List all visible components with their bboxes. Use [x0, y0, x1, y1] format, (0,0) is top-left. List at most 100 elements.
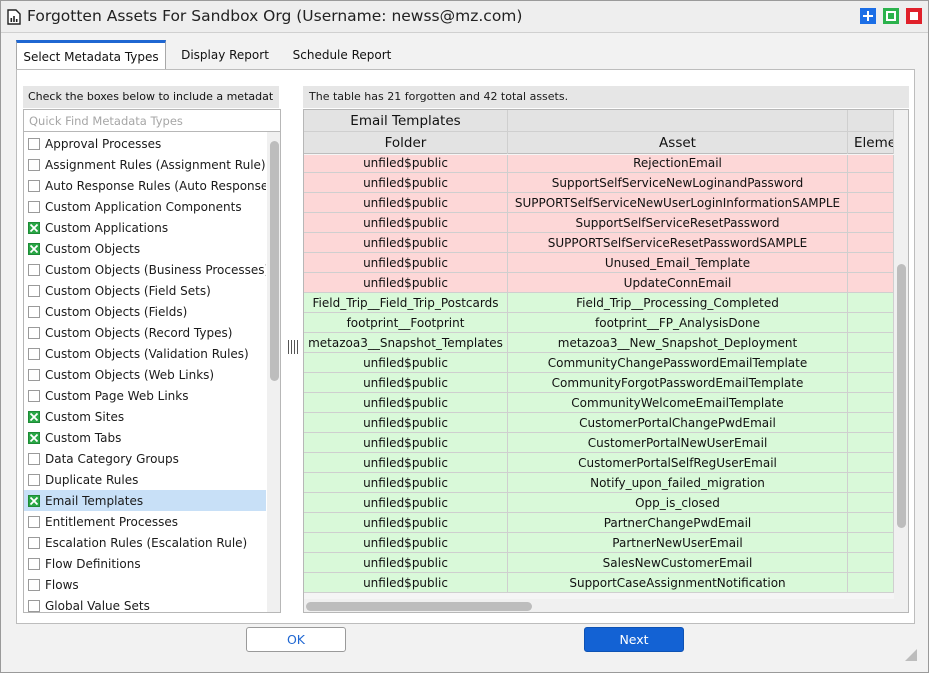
list-scrollbar[interactable] [267, 132, 280, 612]
cell-folder: unfiled$public [304, 433, 508, 453]
table-row[interactable]: unfiled$public CustomerPortalNewUserEmail [304, 433, 894, 453]
metadata-type-item[interactable]: Global Value Sets [24, 595, 266, 612]
table-row[interactable]: unfiled$public CommunityForgotPasswordEma… [304, 373, 894, 393]
quick-find-input[interactable] [23, 109, 281, 132]
metadata-type-checkbox[interactable] [28, 515, 40, 528]
metadata-type-checkbox[interactable] [28, 263, 40, 276]
metadata-type-item[interactable]: Custom Objects (Fields) [24, 301, 266, 322]
list-scrollbar-thumb[interactable] [270, 141, 279, 381]
metadata-type-item[interactable]: Custom Objects (Web Links) [24, 364, 266, 385]
metadata-type-checkbox[interactable] [28, 158, 40, 171]
metadata-type-checkbox[interactable] [28, 473, 40, 486]
metadata-type-item[interactable]: Flows [24, 574, 266, 595]
metadata-type-checkbox[interactable] [28, 305, 40, 318]
metadata-type-item[interactable]: Custom Objects (Record Types) [24, 322, 266, 343]
metadata-type-item[interactable]: Custom Application Components [24, 196, 266, 217]
metadata-type-item[interactable]: Data Category Groups [24, 448, 266, 469]
metadata-type-checkbox[interactable] [28, 326, 40, 339]
table-row[interactable]: unfiled$public UpdateConnEmail [304, 273, 894, 293]
metadata-type-checkbox[interactable] [28, 431, 40, 444]
tab-display-report[interactable]: Display Report [174, 40, 276, 70]
metadata-type-item[interactable]: Flow Definitions [24, 553, 266, 574]
maximize-button[interactable] [860, 8, 876, 24]
cell-element [848, 533, 894, 553]
table-horizontal-scrollbar-thumb[interactable] [306, 602, 532, 611]
metadata-type-item[interactable]: Auto Response Rules (Auto Response [24, 175, 266, 196]
next-button[interactable]: Next [584, 627, 684, 652]
metadata-type-checkbox[interactable] [28, 284, 40, 297]
metadata-type-list: Approval Processes Assignment Rules (Assi… [23, 132, 281, 613]
table-row[interactable]: unfiled$public CustomerPortalSelfRegUserE… [304, 453, 894, 473]
metadata-type-checkbox[interactable] [28, 347, 40, 360]
table-row[interactable]: unfiled$public Opp_is_closed [304, 493, 894, 513]
table-row[interactable]: unfiled$public SUPPORTSelfServiceNewUserL… [304, 193, 894, 213]
metadata-type-item[interactable]: Escalation Rules (Escalation Rule) [24, 532, 266, 553]
metadata-type-item[interactable]: Custom Page Web Links [24, 385, 266, 406]
splitter-handle[interactable] [287, 340, 299, 358]
table-row[interactable]: metazoa3__Snapshot_Templates metazoa3__Ne… [304, 333, 894, 353]
tab-schedule-report[interactable]: Schedule Report [286, 40, 398, 70]
table-row[interactable]: unfiled$public Unused_Email_Template [304, 253, 894, 273]
metadata-type-item[interactable]: Assignment Rules (Assignment Rule) [24, 154, 266, 175]
restore-button[interactable] [883, 8, 899, 24]
metadata-type-checkbox[interactable] [28, 557, 40, 570]
table-row[interactable]: unfiled$public CommunityWelcomeEmailTempl… [304, 393, 894, 413]
metadata-type-checkbox[interactable] [28, 410, 40, 423]
metadata-type-checkbox[interactable] [28, 494, 40, 507]
metadata-type-checkbox[interactable] [28, 452, 40, 465]
table-row[interactable]: Field_Trip__Field_Trip_Postcards Field_Tr… [304, 293, 894, 313]
cell-element [848, 213, 894, 233]
metadata-type-item[interactable]: Entitlement Processes [24, 511, 266, 532]
metadata-type-item[interactable]: Duplicate Rules [24, 469, 266, 490]
metadata-type-item[interactable]: Custom Applications [24, 217, 266, 238]
close-button[interactable] [906, 8, 922, 24]
metadata-type-checkbox[interactable] [28, 179, 40, 192]
table-row[interactable]: unfiled$public SalesNewCustomerEmail [304, 553, 894, 573]
column-header-asset[interactable]: Asset [508, 132, 848, 154]
table-row[interactable]: unfiled$public CommunityChangePasswordEma… [304, 353, 894, 373]
cell-asset: CommunityWelcomeEmailTemplate [508, 393, 848, 413]
table-row[interactable]: unfiled$public SupportSelfServiceNewLogin… [304, 173, 894, 193]
resize-grip-icon[interactable] [902, 646, 918, 662]
metadata-type-checkbox[interactable] [28, 599, 40, 612]
metadata-type-checkbox[interactable] [28, 536, 40, 549]
metadata-type-checkbox[interactable] [28, 242, 40, 255]
metadata-type-checkbox[interactable] [28, 578, 40, 591]
table-row[interactable]: unfiled$public PartnerNewUserEmail [304, 533, 894, 553]
metadata-type-item[interactable]: Custom Tabs [24, 427, 266, 448]
cell-asset: SupportSelfServiceNewLoginandPassword [508, 173, 848, 193]
metadata-type-label: Custom Tabs [45, 430, 122, 445]
metadata-type-item[interactable]: Custom Sites [24, 406, 266, 427]
square-icon [886, 11, 896, 21]
table-row[interactable]: unfiled$public SupportSelfServiceResetPas… [304, 213, 894, 233]
metadata-type-item[interactable]: Custom Objects (Field Sets) [24, 280, 266, 301]
metadata-type-checkbox[interactable] [28, 368, 40, 381]
metadata-type-label: Custom Objects (Record Types) [45, 325, 233, 340]
table-vertical-scrollbar[interactable] [894, 110, 908, 600]
table-row[interactable]: unfiled$public SupportCaseAssignmentNotif… [304, 573, 894, 593]
metadata-type-item[interactable]: Custom Objects (Validation Rules) [24, 343, 266, 364]
metadata-type-checkbox[interactable] [28, 389, 40, 402]
metadata-type-checkbox[interactable] [28, 221, 40, 234]
ok-button[interactable]: OK [246, 627, 346, 652]
column-header-folder[interactable]: Folder [304, 132, 508, 154]
metadata-type-item[interactable]: Email Templates [24, 490, 266, 511]
table-row[interactable]: unfiled$public PartnerChangePwdEmail [304, 513, 894, 533]
column-header-element[interactable]: Eleme [848, 132, 894, 154]
table-row[interactable]: unfiled$public RejectionEmail [304, 155, 894, 173]
metadata-type-checkbox[interactable] [28, 137, 40, 150]
table-row[interactable]: unfiled$public CustomerPortalChangePwdEma… [304, 413, 894, 433]
metadata-type-item[interactable]: Approval Processes [24, 133, 266, 154]
table-row[interactable]: footprint__Footprint footprint__FP_Analys… [304, 313, 894, 333]
tab-select-metadata-types[interactable]: Select Metadata Types [16, 40, 166, 70]
table-row[interactable]: unfiled$public Notify_upon_failed_migrati… [304, 473, 894, 493]
table-vertical-scrollbar-thumb[interactable] [897, 264, 906, 528]
table-row[interactable]: unfiled$public SUPPORTSelfServiceResetPas… [304, 233, 894, 253]
metadata-type-label: Custom Objects (Business Processes) [45, 262, 266, 277]
metadata-type-item[interactable]: Custom Objects [24, 238, 266, 259]
cell-element [848, 173, 894, 193]
checkmark-icon [30, 223, 38, 232]
metadata-type-checkbox[interactable] [28, 200, 40, 213]
metadata-type-item[interactable]: Custom Objects (Business Processes) [24, 259, 266, 280]
table-horizontal-scrollbar[interactable] [304, 599, 908, 612]
